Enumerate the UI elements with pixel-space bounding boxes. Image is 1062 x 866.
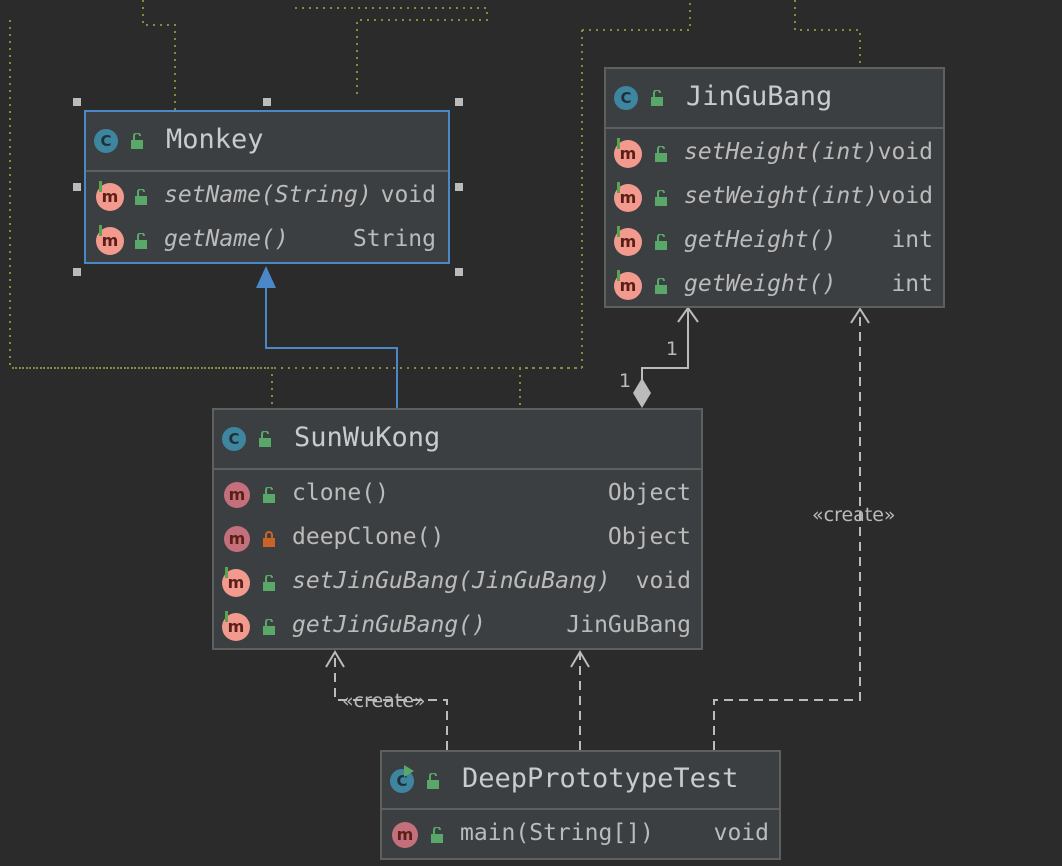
runnable-class-icon: C [390,765,414,793]
method-name: setWeight(int) [684,183,878,209]
method-icon: m [222,611,250,641]
return-type: void [713,820,769,846]
method-row[interactable]: m getJinGuBang() JinGuBang [214,604,701,648]
method-icon: m [96,225,124,255]
method-name: setJinGuBang(JinGuBang) [292,568,611,594]
selection-handle[interactable] [455,268,463,276]
return-type: String [352,226,436,252]
multiplicity-source: 1 [619,370,632,392]
public-lock-icon [655,278,667,294]
public-lock-icon [135,233,147,249]
selection-handle[interactable] [455,183,463,191]
method-name: setName(String) [164,182,372,208]
method-icon: m [224,526,250,552]
method-row[interactable]: m getHeight() int [606,219,943,263]
return-type: int [891,227,933,253]
create-label-right: «create» [812,504,896,526]
return-type: Object [607,480,691,506]
method-name: clone() [292,480,389,506]
return-type: void [380,182,436,208]
selection-handle[interactable] [73,268,81,276]
return-type: JinGuBang [566,612,691,638]
return-type: void [877,139,933,165]
class-header: C JinGuBang [606,69,943,129]
method-icon: m [222,567,250,597]
method-name: deepClone() [292,524,445,550]
public-lock-icon [655,146,667,162]
public-lock-icon [263,487,275,503]
method-row[interactable]: m setWeight(int) void [606,175,943,219]
method-row[interactable]: m deepClone() Object [214,516,701,560]
selection-handle[interactable] [263,98,271,106]
public-lock-icon [263,619,275,635]
method-row[interactable]: m setName(String) void [86,174,448,218]
method-row[interactable]: m clone() Object [214,472,701,516]
selection-handle[interactable] [73,98,81,106]
method-name: getName() [164,226,289,252]
public-lock-icon [259,431,271,447]
inheritance-arrow [256,266,398,408]
method-icon: m [392,822,418,848]
return-type: Object [607,524,691,550]
method-icon: m [224,482,250,508]
public-lock-icon [651,90,663,106]
public-lock-icon [131,133,143,149]
class-header: C DeepPrototypeTest [382,752,779,810]
method-icon: m [96,181,124,211]
class-icon: C [614,86,638,110]
class-box-monkey[interactable]: C Monkey m setName(String) void m getNam… [84,110,450,264]
class-name: DeepPrototypeTest [462,763,739,794]
class-icon: C [94,129,118,153]
public-lock-icon [655,190,667,206]
class-icon: C [222,427,246,451]
class-name: SunWuKong [294,422,441,453]
return-type: void [877,183,933,209]
method-name: setHeight(int) [684,139,878,165]
method-name: main(String[]) [460,820,654,846]
class-name: JinGuBang [686,81,833,112]
public-lock-icon [263,575,275,591]
public-lock-icon [135,189,147,205]
method-icon: m [614,138,642,168]
create-label-left: «create» [342,690,426,712]
return-type: int [891,271,933,297]
method-name: getJinGuBang() [292,612,486,638]
public-lock-icon [655,234,667,250]
method-name: getHeight() [684,227,837,253]
method-name: getWeight() [684,271,837,297]
public-lock-icon [427,773,439,789]
class-box-jingubang[interactable]: C JinGuBang m setHeight(int) void m setW… [604,67,945,308]
class-name: Monkey [166,124,264,155]
multiplicity-target: 1 [666,338,679,360]
method-row[interactable]: m main(String[]) void [382,812,779,856]
class-box-deepprototypetest[interactable]: C DeepPrototypeTest m main(String[]) voi… [380,750,781,860]
method-icon: m [614,182,642,212]
method-icon: m [614,270,642,300]
method-row[interactable]: m getWeight() int [606,263,943,307]
return-type: void [635,568,691,594]
method-row[interactable]: m setJinGuBang(JinGuBang) void [214,560,701,604]
class-header: C Monkey [86,112,448,172]
method-row[interactable]: m getName() String [86,218,448,262]
class-box-sunwukong[interactable]: C SunWuKong m clone() Object m deepClone… [212,408,703,650]
method-icon: m [614,226,642,256]
selection-handle[interactable] [455,98,463,106]
public-lock-icon [431,827,443,843]
method-row[interactable]: m setHeight(int) void [606,131,943,175]
selection-handle[interactable] [73,183,81,191]
private-lock-icon [263,531,275,547]
class-header: C SunWuKong [214,410,701,470]
